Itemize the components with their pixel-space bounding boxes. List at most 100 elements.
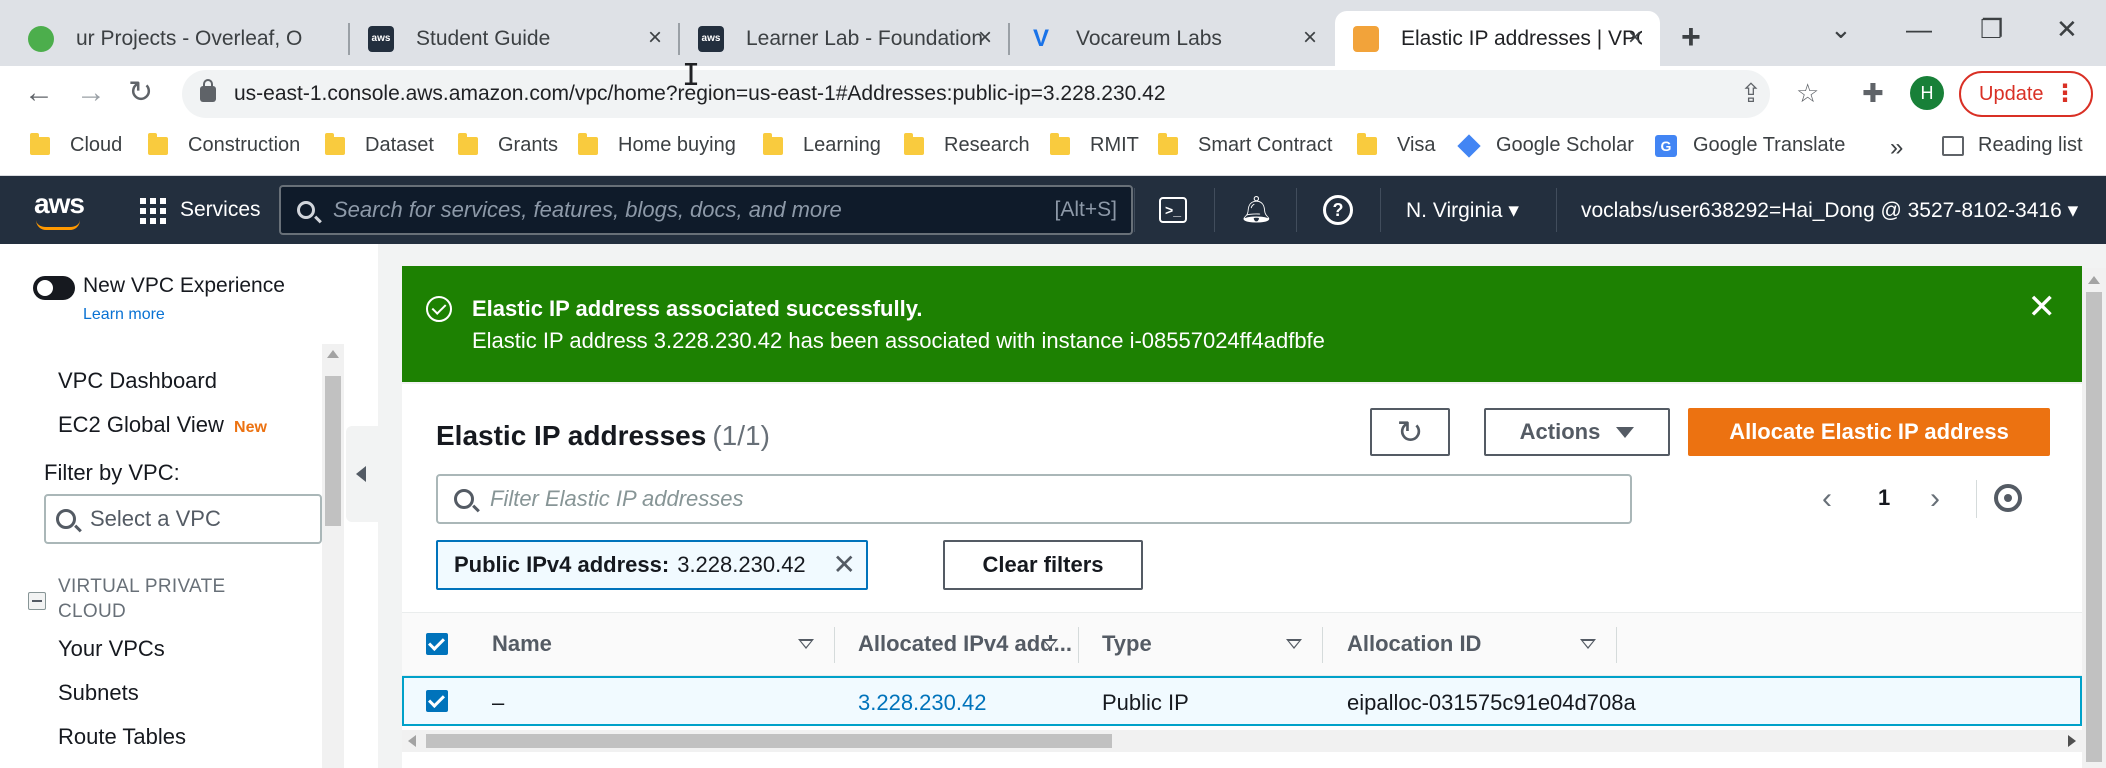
- bookmark-smart-contract[interactable]: Smart Contract: [1158, 132, 1332, 157]
- allocate-elastic-ip-button[interactable]: Allocate Elastic IP address: [1688, 408, 2050, 456]
- column-divider[interactable]: [834, 627, 835, 663]
- actions-button[interactable]: Actions: [1484, 408, 1670, 456]
- next-page-icon[interactable]: ›: [1930, 482, 1940, 516]
- column-header-name[interactable]: Name: [492, 631, 552, 657]
- scrollbar-thumb[interactable]: [2086, 292, 2102, 762]
- share-icon[interactable]: ⇪: [1740, 78, 1762, 109]
- sort-icon[interactable]: [798, 639, 814, 649]
- sidebar-item-route-tables[interactable]: Route Tables: [58, 724, 186, 750]
- sidebar-item-subnets[interactable]: Subnets: [58, 680, 139, 706]
- current-page[interactable]: 1: [1878, 485, 1890, 511]
- collapse-sidebar-button[interactable]: [346, 426, 378, 522]
- sort-icon[interactable]: [1286, 639, 1302, 649]
- bell-icon[interactable]: 🔔︎: [1240, 194, 1273, 225]
- extensions-icon[interactable]: ✚: [1862, 78, 1884, 109]
- minimize-icon[interactable]: —: [1906, 14, 1932, 45]
- clear-filters-button[interactable]: Clear filters: [943, 540, 1143, 590]
- scrollbar-thumb[interactable]: [426, 734, 1112, 748]
- aws-search-input[interactable]: Search for services, features, blogs, do…: [279, 185, 1133, 235]
- filter-input[interactable]: Filter Elastic IP addresses: [436, 474, 1632, 524]
- bookmark-construction[interactable]: Construction: [148, 132, 300, 157]
- help-icon[interactable]: ?: [1323, 195, 1353, 225]
- table-horizontal-scrollbar[interactable]: [402, 730, 2082, 752]
- select-all-checkbox[interactable]: [426, 633, 448, 655]
- reload-icon[interactable]: ↻: [128, 76, 153, 110]
- tab-student-guide[interactable]: aws Student Guide ×: [350, 11, 680, 66]
- new-vpc-experience-toggle[interactable]: [33, 276, 75, 300]
- bookmark-home-buying[interactable]: Home buying: [578, 132, 736, 157]
- close-icon[interactable]: ×: [648, 25, 662, 51]
- bookmark-rmit[interactable]: RMIT: [1050, 132, 1139, 157]
- bookmark-grants[interactable]: Grants: [458, 132, 558, 157]
- bookmark-google-translate[interactable]: G Google Translate: [1655, 134, 1845, 157]
- reading-list[interactable]: Reading list: [1942, 134, 2083, 157]
- update-button[interactable]: Update ⋮: [1959, 71, 2093, 117]
- tab-learner-lab[interactable]: aws Learner Lab - Foundation ×: [680, 11, 1010, 66]
- column-header-allocation-id[interactable]: Allocation ID: [1347, 631, 1481, 657]
- bookmark-dataset[interactable]: Dataset: [325, 132, 434, 157]
- search-shortcut: [Alt+S]: [1054, 198, 1117, 221]
- bookmark-star-icon[interactable]: ☆: [1796, 78, 1819, 109]
- refresh-button[interactable]: ↻: [1370, 408, 1450, 456]
- main-vertical-scrollbar[interactable]: [2082, 268, 2106, 768]
- profile-avatar[interactable]: H: [1910, 76, 1944, 110]
- scrollbar-thumb[interactable]: [325, 376, 341, 526]
- services-grid-icon[interactable]: [140, 198, 166, 224]
- token-value: 3.228.230.42: [677, 552, 806, 577]
- column-header-ipv4[interactable]: Allocated IPv4 add...: [858, 631, 1072, 657]
- scroll-up-icon[interactable]: [2088, 276, 2100, 284]
- close-icon[interactable]: ×: [1628, 25, 1642, 51]
- tab-search-icon[interactable]: ⌄: [1830, 14, 1852, 45]
- bookmark-cloud[interactable]: Cloud: [30, 132, 122, 157]
- new-tab-icon[interactable]: +: [1681, 18, 1701, 57]
- close-icon[interactable]: ×: [978, 25, 992, 51]
- bookmark-google-scholar[interactable]: Google Scholar: [1457, 133, 1634, 158]
- tab-elastic-ip[interactable]: Elastic IP addresses | VPC ×: [1335, 11, 1660, 66]
- bookmark-label: RMIT: [1090, 134, 1139, 156]
- close-window-icon[interactable]: ✕: [2056, 14, 2078, 45]
- table-row[interactable]: – 3.228.230.42 Public IP eipalloc-031575…: [402, 676, 2082, 726]
- forward-icon[interactable]: →: [76, 76, 106, 110]
- cloudshell-icon[interactable]: >_: [1159, 197, 1187, 223]
- account-menu[interactable]: voclabs/user638292=Hai_Dong @ 3527-8102-…: [1581, 198, 2078, 223]
- scroll-left-icon[interactable]: [408, 735, 416, 747]
- bookmark-research[interactable]: Research: [904, 132, 1030, 157]
- region-selector[interactable]: N. Virginia ▾: [1406, 198, 1519, 223]
- tab-overleaf[interactable]: ur Projects - Overleaf, O ×: [10, 11, 350, 66]
- scroll-up-icon[interactable]: [327, 350, 339, 358]
- services-menu[interactable]: Services: [180, 198, 261, 222]
- learn-more-link[interactable]: Learn more: [83, 306, 165, 324]
- bookmarks-overflow[interactable]: »: [1890, 134, 1903, 162]
- cell-ipv4-link[interactable]: 3.228.230.42: [858, 690, 986, 716]
- row-checkbox[interactable]: [426, 690, 448, 712]
- sort-icon[interactable]: [1042, 639, 1058, 649]
- sort-icon[interactable]: [1580, 639, 1596, 649]
- vpc-select[interactable]: Select a VPC: [44, 494, 322, 544]
- column-header-type[interactable]: Type: [1102, 631, 1152, 657]
- tab-vocareum[interactable]: V Vocareum Labs ×: [1010, 11, 1335, 66]
- folder-icon: [458, 132, 478, 155]
- collapse-section-icon[interactable]: [28, 592, 46, 610]
- sidebar-item-vpc-dashboard[interactable]: VPC Dashboard: [58, 368, 217, 394]
- search-icon: [56, 509, 76, 529]
- remove-token-icon[interactable]: ✕: [833, 550, 856, 580]
- sidebar-item-your-vpcs[interactable]: Your VPCs: [58, 636, 165, 662]
- settings-gear-icon[interactable]: [1994, 484, 2022, 512]
- close-icon[interactable]: ×: [1303, 25, 1317, 51]
- bookmark-learning[interactable]: Learning: [763, 132, 881, 157]
- address-bar[interactable]: us-east-1.console.aws.amazon.com/vpc/hom…: [182, 70, 1770, 118]
- previous-page-icon[interactable]: ‹: [1822, 482, 1832, 516]
- sidebar-scrollbar[interactable]: [322, 344, 344, 768]
- dismiss-close-icon[interactable]: ✕: [2028, 290, 2057, 324]
- aws-logo[interactable]: aws: [34, 188, 85, 230]
- back-icon[interactable]: ←: [24, 76, 54, 110]
- sidebar-item-ec2-global-view[interactable]: EC2 Global View New: [58, 412, 267, 438]
- column-divider[interactable]: [1616, 627, 1617, 663]
- scroll-right-icon[interactable]: [2068, 735, 2076, 747]
- column-divider[interactable]: [1322, 627, 1323, 663]
- bookmark-visa[interactable]: Visa: [1357, 132, 1436, 157]
- restore-icon[interactable]: ❐: [1980, 14, 2003, 45]
- column-divider[interactable]: [1078, 627, 1079, 663]
- vocareum-icon: V: [1032, 24, 1049, 52]
- reading-list-icon: [1942, 135, 1964, 156]
